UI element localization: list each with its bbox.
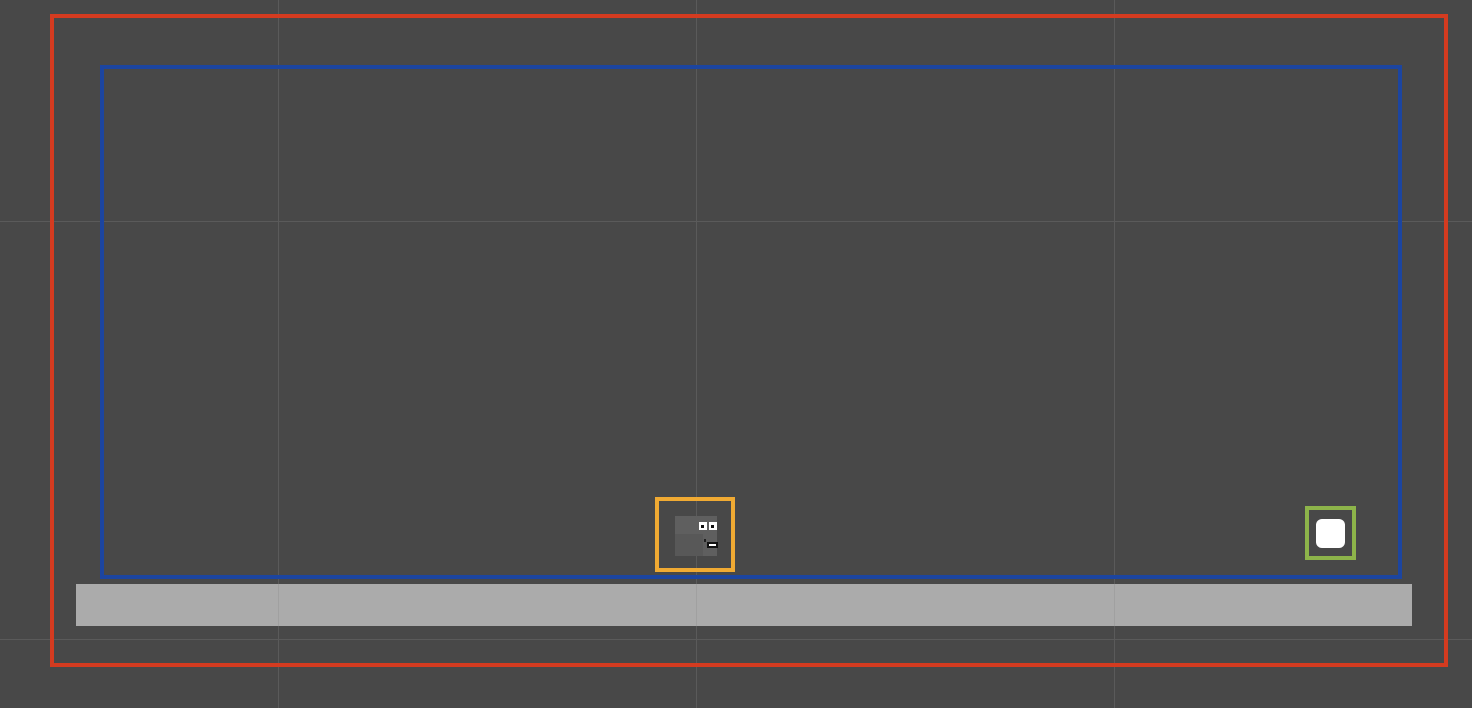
player-right-pupil [711,525,714,528]
scene-viewport[interactable] [0,0,1472,708]
player-body-shade [675,534,703,556]
player-cheek [704,539,706,542]
play-area-bounds [100,65,1402,579]
player-teeth [709,544,716,546]
pickup-square-icon[interactable] [1316,519,1345,548]
player-left-pupil [701,525,704,528]
